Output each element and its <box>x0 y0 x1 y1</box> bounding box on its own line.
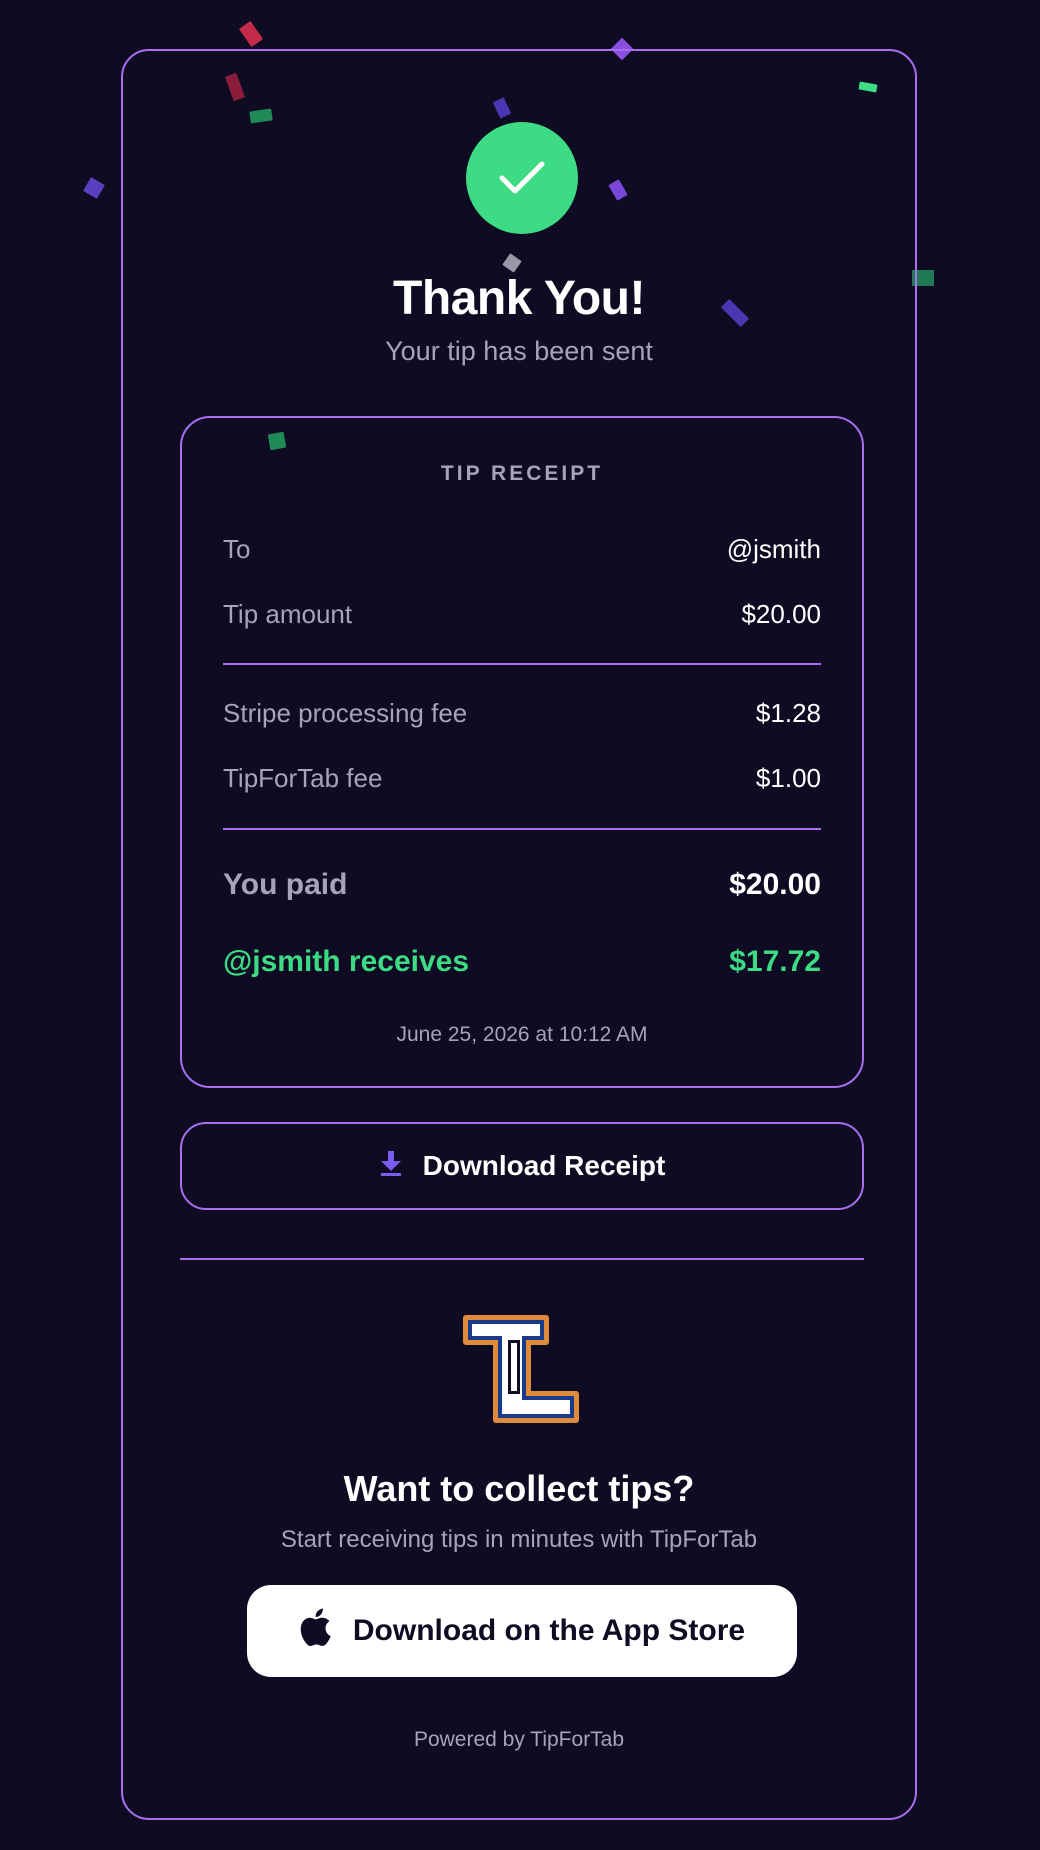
app-store-button[interactable]: Download on the App Store <box>247 1585 797 1677</box>
you-paid-value: $20.00 <box>729 868 821 901</box>
receipt-row-tip: Tip amount $20.00 <box>223 599 821 630</box>
section-divider <box>180 1258 864 1260</box>
confetti-piece <box>83 177 105 199</box>
receipt-row-platform-fee: TipForTab fee $1.00 <box>223 763 821 794</box>
tip-receipt: TIP RECEIPT To @jsmith Tip amount $20.00… <box>180 416 864 1088</box>
receipt-row-stripe-fee: Stripe processing fee $1.28 <box>223 698 821 729</box>
page-title: Thank You! <box>393 272 645 325</box>
apple-icon <box>299 1608 331 1654</box>
receives-label: @jsmith receives <box>223 945 470 978</box>
receipt-row-to: To @jsmith <box>223 534 821 565</box>
receipt-row-receives: @jsmith receives $17.72 <box>223 945 821 979</box>
promo-title: Want to collect tips? <box>343 1468 695 1509</box>
promo-subtitle: Start receiving tips in minutes with Tip… <box>280 1526 758 1553</box>
download-receipt-button[interactable]: Download Receipt <box>180 1122 864 1210</box>
to-label: To <box>223 534 251 564</box>
receipt-row-paid: You paid $20.00 <box>223 868 821 902</box>
success-card: Thank You! Your tip has been sent TIP RE… <box>121 49 917 1820</box>
platform-fee-value: $1.00 <box>755 763 821 793</box>
check-icon <box>466 122 578 234</box>
download-icon <box>379 1149 403 1184</box>
tip-amount-value: $20.00 <box>741 599 821 629</box>
stripe-fee-value: $1.28 <box>755 698 821 728</box>
to-value: @jsmith <box>726 534 821 564</box>
tipfortab-logo <box>460 1314 584 1433</box>
receives-value: $17.72 <box>729 945 821 978</box>
tip-amount-label: Tip amount <box>223 599 353 629</box>
confetti-piece <box>238 20 264 48</box>
receipt-timestamp: June 25, 2026 at 10:12 AM <box>396 1023 648 1046</box>
stripe-fee-label: Stripe processing fee <box>223 698 468 728</box>
powered-by: Powered by TipForTab <box>413 1728 625 1751</box>
download-receipt-label: Download Receipt <box>422 1150 666 1181</box>
app-store-label: Download on the App Store <box>352 1614 746 1647</box>
page-subtitle: Your tip has been sent <box>385 336 653 366</box>
receipt-divider <box>223 828 821 830</box>
platform-fee-label: TipForTab fee <box>223 763 383 793</box>
receipt-divider <box>223 663 821 665</box>
you-paid-label: You paid <box>223 868 348 901</box>
receipt-heading: TIP RECEIPT <box>440 462 604 485</box>
